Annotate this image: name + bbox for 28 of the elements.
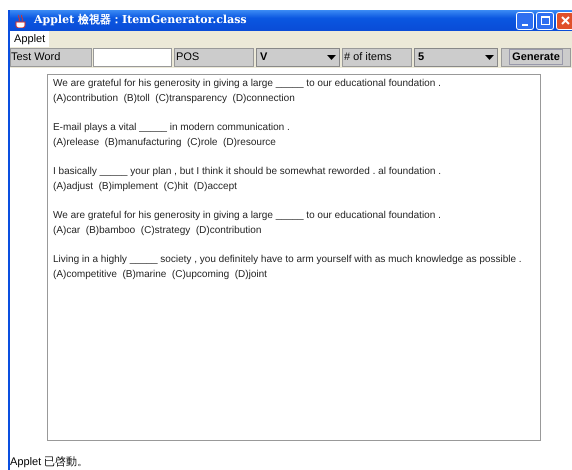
close-icon [560,16,570,26]
status-text: Applet 已啓動。 [10,454,90,470]
maximize-button[interactable] [536,12,554,30]
pos-label: POS [174,48,254,67]
question-text: We are grateful for his generosity in giving a large _____ to our educational foundation . [53,208,442,222]
items-label: # of items [342,48,412,67]
close-button[interactable] [556,12,572,30]
question-text: We are grateful for his generosity in giving a large _____ to our educational foundation . [53,76,442,90]
caret-icon [327,54,336,60]
test-word-field[interactable] [93,48,172,67]
minimize-button[interactable] [516,12,534,30]
answer-options: (A)adjust (B)implement (C)hit (D)accept [53,178,540,194]
question-text: I basically _____ your plan , but I think it should be somewhat reworded . al foundation . [53,164,442,178]
dropdown[interactable]: 5 [414,48,498,67]
test-word-label: Test Word [10,48,92,67]
question-text: Living in a highly _____ society , you definitely have to arm yourself with as much knowledge as possible . [53,252,523,266]
window-title: Applet 檢視器：ItemGenerator.class [34,12,247,28]
answer-options: (A)release (B)manufacturing (C)role (D)resource [53,134,540,150]
caret-icon [485,54,494,60]
answer-options: (A)competitive (B)marine (C)upcoming (D)joint [53,266,540,282]
menu-item[interactable]: Applet [10,31,50,48]
generate-button[interactable]: Generate [501,48,571,67]
question-text: E-mail plays a vital _____ in modern communication . [53,120,291,134]
answer-options: (A)car (B)bamboo (C)strategy (D)contribution [53,222,540,238]
java-icon [14,14,28,28]
text-area[interactable] [47,74,541,440]
dropdown[interactable]: V [256,48,340,67]
answer-options: (A)contribution (B)toll (C)transparency (D)connection [53,90,540,106]
